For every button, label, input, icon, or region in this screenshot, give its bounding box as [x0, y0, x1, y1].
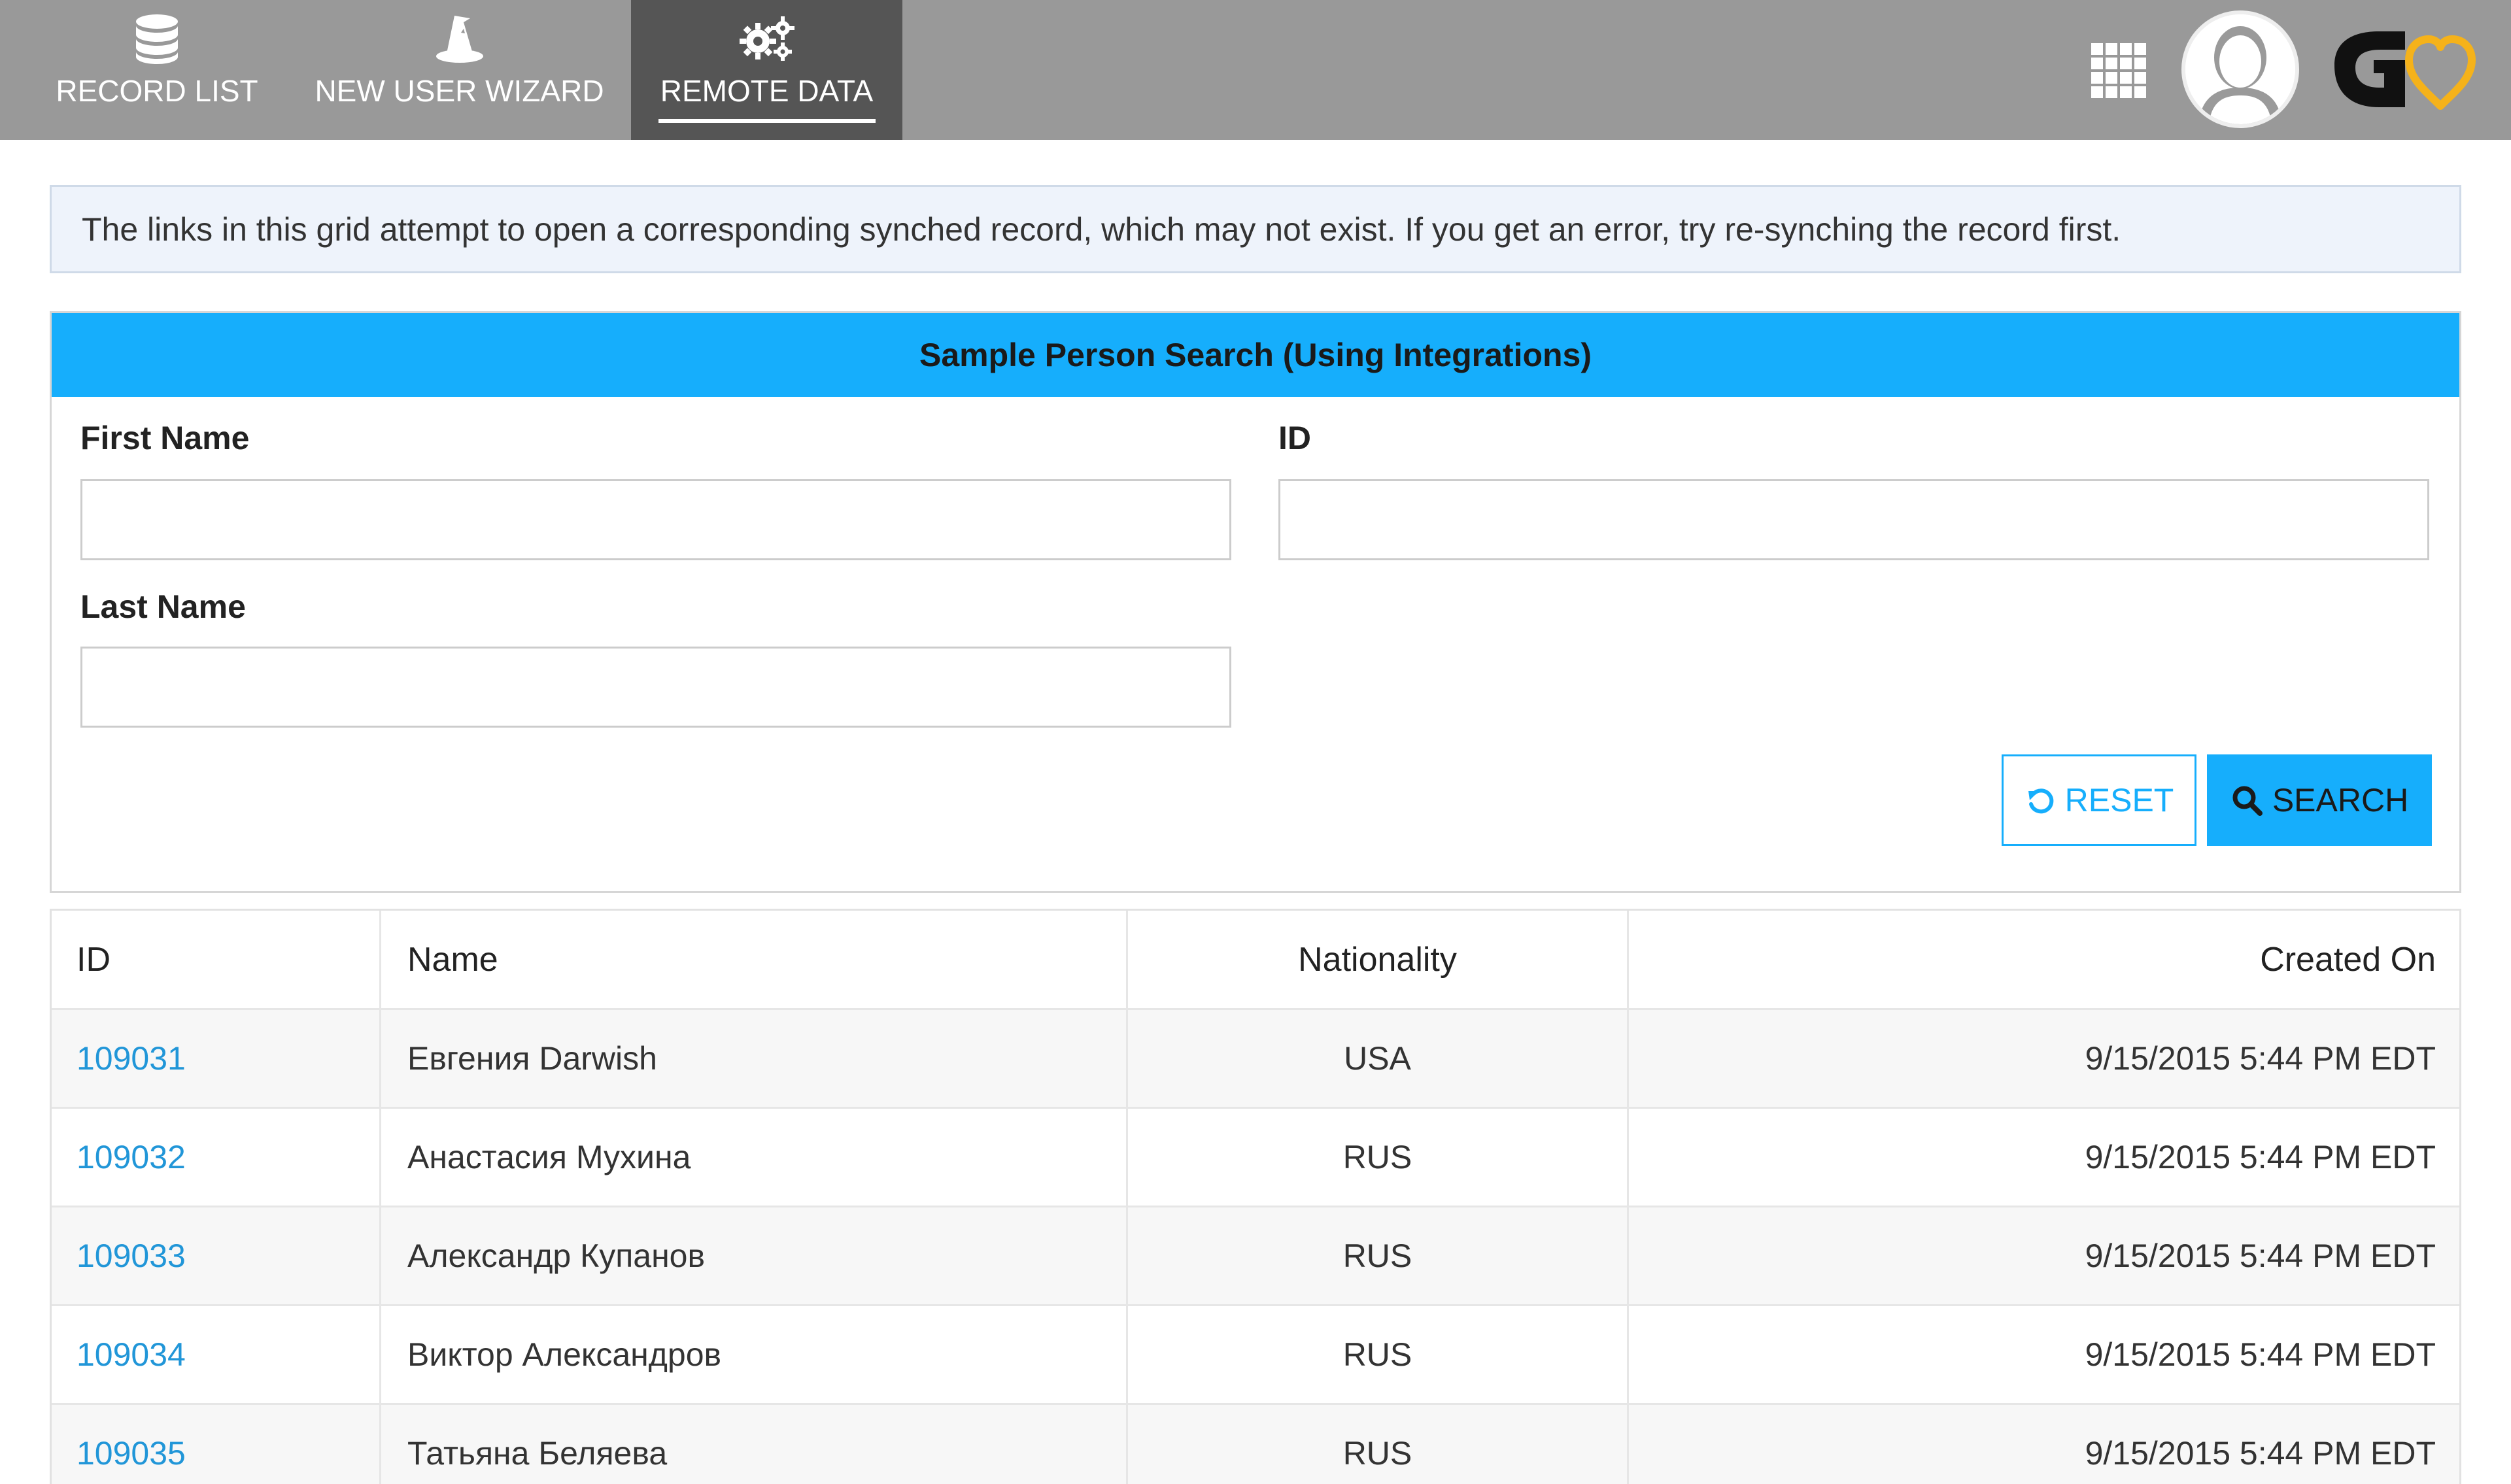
last-name-input[interactable]: [80, 647, 1231, 728]
name-cell: Виктор Александров: [381, 1306, 1128, 1403]
name-cell: Татьяна Беляева: [381, 1405, 1128, 1484]
database-icon: [126, 12, 188, 67]
table-row: 109034 Виктор Александров RUS 9/15/2015 …: [52, 1306, 2459, 1405]
panel-title-text: Sample Person Search (Using Integrations…: [919, 337, 1592, 373]
id-cell: 109033: [52, 1207, 381, 1304]
id-input[interactable]: [1278, 479, 2429, 560]
table-row: 109032 Анастасия Мухина RUS 9/15/2015 5:…: [52, 1109, 2459, 1207]
column-header-id[interactable]: ID: [52, 911, 381, 1008]
column-header-nationality-label: Nationality: [1298, 940, 1457, 979]
reset-button-label: RESET: [2064, 782, 2174, 818]
wizard-hat-icon: [428, 12, 491, 67]
name-cell: Евгения Darwish: [381, 1010, 1128, 1107]
created-on-cell: 9/15/2015 5:44 PM EDT: [1629, 1306, 2459, 1403]
name-cell: Александр Купанов: [381, 1207, 1128, 1304]
nationality-text: RUS: [1342, 1435, 1412, 1472]
record-id-link[interactable]: 109032: [77, 1138, 186, 1176]
brand-logo-icon: [2334, 31, 2476, 110]
record-id-link[interactable]: 109034: [77, 1336, 186, 1374]
person-search-panel: Sample Person Search (Using Integrations…: [50, 311, 2461, 893]
column-header-created-on[interactable]: Created On: [1629, 911, 2459, 1008]
column-header-name-label: Name: [407, 940, 498, 979]
active-tab-underline: [658, 119, 876, 123]
first-name-input[interactable]: [80, 479, 1231, 560]
name-cell: Анастасия Мухина: [381, 1109, 1128, 1206]
nationality-cell: RUS: [1128, 1109, 1629, 1206]
created-on-text: 9/15/2015 5:44 PM EDT: [2085, 1336, 2436, 1373]
info-alert: The links in this grid attempt to open a…: [50, 185, 2461, 273]
grid-apps-icon[interactable]: [2090, 42, 2149, 101]
name-text: Виктор Александров: [407, 1336, 722, 1373]
record-id-link[interactable]: 109031: [77, 1039, 186, 1077]
undo-icon: [2028, 788, 2053, 814]
brand-logo[interactable]: [2328, 26, 2485, 111]
id-cell: 109034: [52, 1306, 381, 1403]
tab-record-list[interactable]: RECORD LIST: [39, 0, 275, 140]
nationality-text: RUS: [1342, 1139, 1412, 1175]
column-header-name[interactable]: Name: [381, 911, 1128, 1008]
column-header-nationality[interactable]: Nationality: [1128, 911, 1629, 1008]
created-on-text: 9/15/2015 5:44 PM EDT: [2085, 1139, 2436, 1175]
record-id-link[interactable]: 109033: [77, 1237, 186, 1275]
id-label: ID: [1278, 420, 1311, 456]
last-name-label: Last Name: [80, 588, 246, 625]
nationality-cell: RUS: [1128, 1207, 1629, 1304]
created-on-text: 9/15/2015 5:44 PM EDT: [2085, 1435, 2436, 1472]
table-row: 109031 Евгения Darwish USA 9/15/2015 5:4…: [52, 1010, 2459, 1109]
column-header-created-on-label: Created On: [2260, 940, 2436, 979]
nationality-text: RUS: [1342, 1238, 1412, 1274]
user-avatar-icon: [2185, 14, 2295, 124]
nationality-cell: RUS: [1128, 1405, 1629, 1484]
record-id-link[interactable]: 109035: [77, 1434, 186, 1472]
tab-remote-data-label: REMOTE DATA: [660, 74, 874, 108]
tab-new-user-wizard[interactable]: NEW USER WIZARD: [294, 0, 624, 140]
id-cell: 109032: [52, 1109, 381, 1206]
search-button-label: SEARCH: [2272, 782, 2409, 818]
tab-remote-data[interactable]: REMOTE DATA: [631, 0, 902, 140]
created-on-cell: 9/15/2015 5:44 PM EDT: [1629, 1207, 2459, 1304]
table-row: 109033 Александр Купанов RUS 9/15/2015 5…: [52, 1207, 2459, 1306]
tab-record-list-label: RECORD LIST: [56, 74, 258, 108]
id-cell: 109035: [52, 1405, 381, 1484]
first-name-label: First Name: [80, 420, 250, 456]
table-row: 109035 Татьяна Беляева RUS 9/15/2015 5:4…: [52, 1405, 2459, 1484]
created-on-cell: 9/15/2015 5:44 PM EDT: [1629, 1010, 2459, 1107]
id-cell: 109031: [52, 1010, 381, 1107]
panel-title: Sample Person Search (Using Integrations…: [52, 313, 2459, 397]
created-on-text: 9/15/2015 5:44 PM EDT: [2085, 1238, 2436, 1274]
column-header-id-label: ID: [77, 940, 111, 979]
name-text: Евгения Darwish: [407, 1040, 657, 1077]
results-grid: ID Name Nationality Created On 109031 Ев…: [50, 909, 2461, 1484]
nationality-cell: RUS: [1128, 1306, 1629, 1403]
created-on-text: 9/15/2015 5:44 PM EDT: [2085, 1040, 2436, 1077]
grid-header-row: ID Name Nationality Created On: [52, 911, 2459, 1010]
search-icon: [2232, 786, 2263, 816]
search-button[interactable]: SEARCH: [2207, 754, 2432, 846]
user-avatar[interactable]: [2181, 10, 2299, 128]
tab-new-user-wizard-label: NEW USER WIZARD: [315, 74, 604, 108]
nationality-text: RUS: [1342, 1336, 1412, 1373]
nationality-cell: USA: [1128, 1010, 1629, 1107]
gears-icon: [736, 12, 798, 67]
name-text: Анастасия Мухина: [407, 1139, 691, 1175]
info-alert-text: The links in this grid attempt to open a…: [82, 211, 2121, 248]
name-text: Александр Купанов: [407, 1238, 706, 1274]
created-on-cell: 9/15/2015 5:44 PM EDT: [1629, 1109, 2459, 1206]
name-text: Татьяна Беляева: [407, 1435, 668, 1472]
reset-button[interactable]: RESET: [2002, 754, 2196, 846]
created-on-cell: 9/15/2015 5:44 PM EDT: [1629, 1405, 2459, 1484]
nationality-text: USA: [1344, 1040, 1411, 1077]
top-navigation-bar: RECORD LIST NEW USER WIZARD REMOTE DATA: [0, 0, 2511, 140]
